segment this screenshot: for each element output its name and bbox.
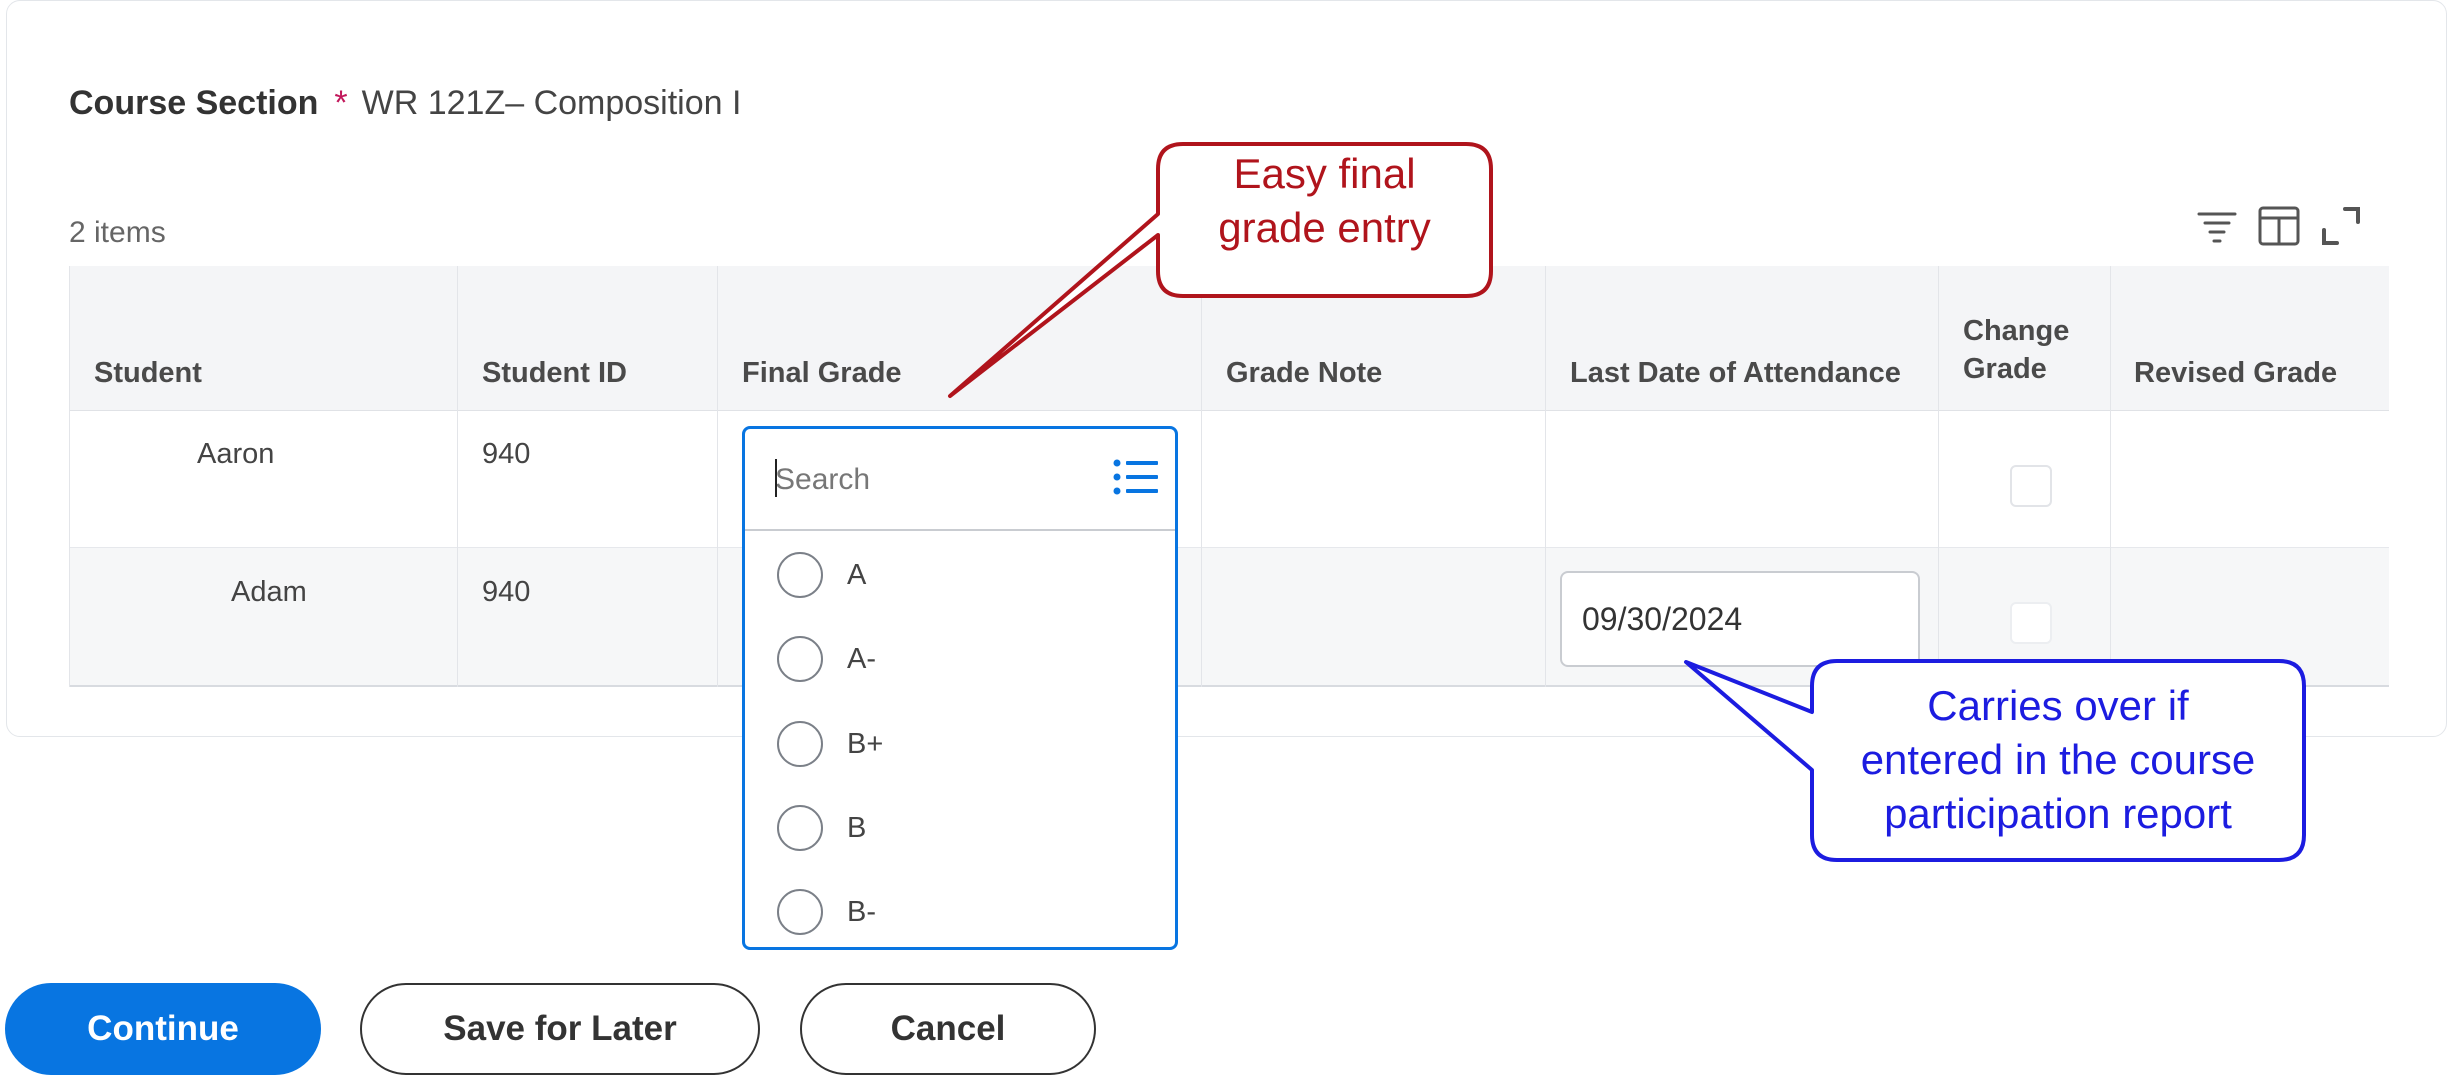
callout-line: entered in the course [1860,736,2256,783]
callout-line: Easy final [1233,150,1416,197]
callout-line: participation report [1884,790,2232,837]
final-grade-callout: Easy final grade entry [1158,147,1491,255]
callout-line: Carries over if [1927,682,2189,729]
attendance-callout: Carries over if entered in the course pa… [1812,679,2304,841]
callout-line: grade entry [1218,204,1431,251]
